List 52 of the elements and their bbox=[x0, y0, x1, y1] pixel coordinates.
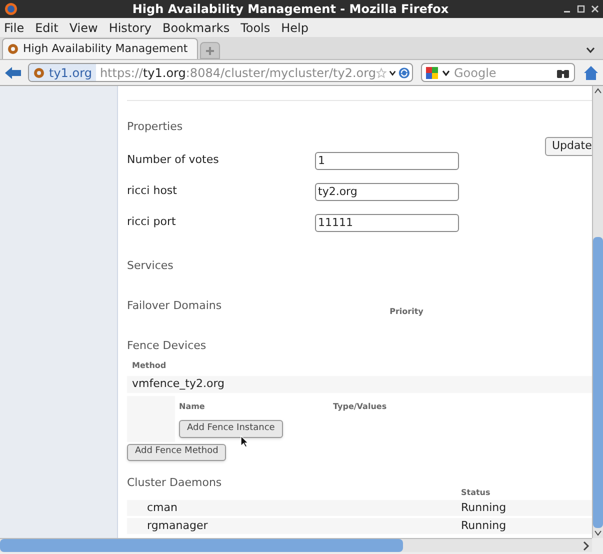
update-button[interactable]: Update bbox=[545, 136, 592, 156]
star-icon[interactable] bbox=[376, 66, 387, 78]
window-title: High Availability Management - Mozilla Firefox bbox=[131, 1, 450, 18]
column-header: Status bbox=[461, 487, 492, 498]
scroll-up-icon[interactable] bbox=[593, 86, 603, 96]
add-fence-method-button[interactable]: Add Fence Method bbox=[127, 444, 226, 460]
chevron-down-icon[interactable] bbox=[442, 70, 450, 76]
field-label: ricci port bbox=[127, 214, 177, 230]
daemon-status: Running bbox=[461, 500, 508, 516]
section-heading: Failover Domains bbox=[127, 298, 222, 314]
chevron-down-icon[interactable] bbox=[586, 47, 595, 53]
menu-item[interactable]: Edit bbox=[35, 18, 58, 36]
menu-item[interactable]: History bbox=[108, 18, 152, 36]
browser-tab[interactable]: High Availability Management bbox=[2, 38, 198, 59]
column-header: Method bbox=[132, 360, 168, 372]
search-box[interactable]: Google bbox=[421, 63, 575, 82]
section-heading: Properties bbox=[127, 119, 184, 135]
plus-icon bbox=[205, 46, 215, 56]
search-engine-icon[interactable] bbox=[426, 66, 438, 78]
close-icon[interactable] bbox=[591, 5, 599, 13]
daemon-name: rgmanager bbox=[146, 518, 209, 534]
menu-item[interactable]: Tools bbox=[240, 18, 270, 36]
menu-item[interactable]: File bbox=[4, 18, 24, 36]
scrollbar-thumb[interactable] bbox=[593, 237, 603, 528]
text-field[interactable]: ty2.org bbox=[315, 182, 459, 200]
reload-icon[interactable] bbox=[398, 66, 410, 80]
field-label: ricci host bbox=[127, 183, 178, 200]
daemon-status: Running bbox=[461, 518, 508, 534]
section-heading: Services bbox=[127, 258, 174, 274]
field-label: Number of votes bbox=[127, 152, 220, 168]
search-field[interactable]: Google bbox=[454, 64, 552, 82]
text-field[interactable]: 11111 bbox=[315, 214, 459, 232]
chevron-down-icon[interactable] bbox=[388, 70, 396, 76]
method-row: vmfence_ty2.org bbox=[127, 376, 592, 392]
section-heading: Fence Devices bbox=[127, 338, 208, 354]
url-text: https://ty1.org:8084/cluster/mycluster/ty2.org bbox=[98, 64, 376, 81]
column-header: Name bbox=[179, 400, 206, 412]
text-field[interactable]: 1 bbox=[315, 152, 459, 170]
daemon-name: cman bbox=[146, 500, 178, 516]
home-icon[interactable] bbox=[583, 64, 599, 80]
maximize-icon[interactable] bbox=[577, 5, 585, 13]
scroll-down-icon[interactable] bbox=[593, 528, 603, 538]
address-bar[interactable]: ty1.org https://ty1.org:8084/cluster/mycluster/ty2.org bbox=[28, 63, 413, 82]
back-arrow-icon[interactable] bbox=[4, 66, 22, 80]
column-header: Type/Values bbox=[333, 400, 387, 412]
menu-item[interactable]: Help bbox=[281, 18, 308, 36]
column-header: Priority bbox=[390, 306, 424, 318]
add-fence-instance-button[interactable]: Add Fence Instance bbox=[179, 420, 283, 438]
menu-item[interactable]: Bookmarks bbox=[162, 18, 230, 36]
menu-item[interactable]: View bbox=[69, 18, 98, 36]
section-heading: Cluster Daemons bbox=[127, 474, 223, 490]
scrollbar-thumb[interactable] bbox=[0, 539, 403, 552]
